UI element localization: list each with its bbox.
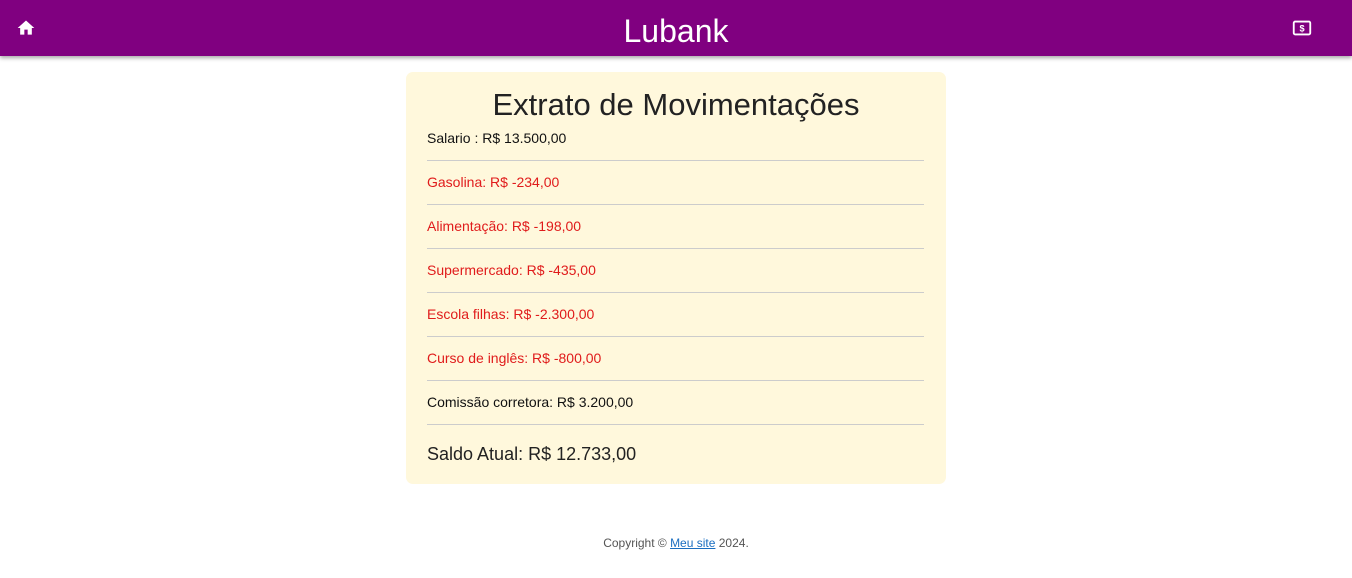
transaction-text: Escola filhas: R$ -2.300,00 xyxy=(427,306,595,322)
footer: Copyright © Meu site 2024. xyxy=(0,534,1352,552)
transaction-text: Gasolina: R$ -234,00 xyxy=(427,174,560,190)
svg-text:$: $ xyxy=(1299,24,1304,34)
footer-copyright-prefix: Copyright © xyxy=(603,536,671,550)
transaction-item: Salario : R$ 13.500,00 xyxy=(427,117,924,161)
current-balance: Saldo Atual: R$ 12.733,00 xyxy=(427,444,637,464)
transaction-item: Alimentação: R$ -198,00 xyxy=(427,205,924,249)
footer-year: 2024. xyxy=(715,536,749,550)
transaction-text: Alimentação: R$ -198,00 xyxy=(427,218,582,234)
home-icon xyxy=(17,20,35,35)
top-app-bar: $ xyxy=(0,0,1352,56)
transaction-text: Supermercado: R$ -435,00 xyxy=(427,262,596,278)
footer-site-link[interactable]: Meu site xyxy=(670,536,715,550)
transaction-item: Curso de inglês: R$ -800,00 xyxy=(427,337,924,381)
transaction-text: Comissão corretora: R$ 3.200,00 xyxy=(427,394,634,410)
transaction-item: Gasolina: R$ -234,00 xyxy=(427,161,924,205)
transaction-text: Curso de inglês: R$ -800,00 xyxy=(427,350,602,366)
statement-card: Extrato de Movimentações Salario : R$ 13… xyxy=(406,72,946,484)
money-icon: $ xyxy=(1292,20,1312,36)
transaction-text: Salario : R$ 13.500,00 xyxy=(427,130,567,146)
home-button[interactable] xyxy=(14,17,38,39)
transaction-item: Escola filhas: R$ -2.300,00 xyxy=(427,293,924,337)
transaction-item: Comissão corretora: R$ 3.200,00 xyxy=(427,381,924,425)
money-button[interactable]: $ xyxy=(1290,17,1314,39)
transaction-item: Supermercado: R$ -435,00 xyxy=(427,249,924,293)
